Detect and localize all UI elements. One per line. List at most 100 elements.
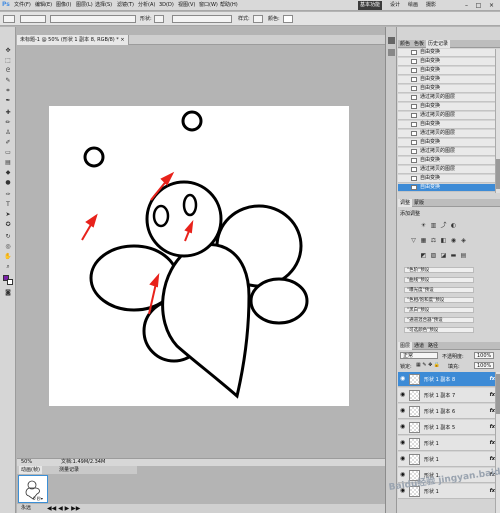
history-item[interactable]: 通过拷贝的图层 (398, 148, 500, 156)
exposure-icon[interactable]: ◐ (450, 222, 457, 229)
history-item[interactable]: 自由变换 (398, 139, 500, 147)
canvas[interactable] (49, 106, 349, 406)
layers-scroll-thumb[interactable] (496, 374, 500, 414)
healing-tool-icon[interactable]: ✚ (3, 109, 13, 116)
pen-tool-icon[interactable]: ✑ (3, 191, 13, 198)
type-tool-icon[interactable]: T (3, 201, 13, 208)
layer-row[interactable]: ◉ 形状 1 fx (398, 452, 500, 467)
history-item[interactable]: 自由变换 (398, 58, 500, 66)
layer-row[interactable]: ◉ 形状 1 副本 8 fx (398, 372, 500, 387)
blur-tool-icon[interactable]: ◆ (3, 169, 13, 176)
gradient-map-icon[interactable]: ▬ (450, 252, 457, 259)
lasso-tool-icon[interactable]: ᘓ (3, 67, 13, 74)
history-item[interactable]: 通过拷贝的图层 (398, 130, 500, 138)
history-item[interactable]: 自由变换 (398, 49, 500, 57)
frame-delay[interactable]: 0 秒▾ (33, 496, 43, 502)
zoom-tool-icon[interactable]: ⌕ (3, 263, 13, 270)
style-picker[interactable] (253, 15, 263, 23)
preset-item[interactable]: "色相/饱和度"预设 (404, 297, 474, 303)
channel-mixer-icon[interactable]: ◈ (460, 237, 467, 244)
eye-icon[interactable]: ◉ (400, 440, 406, 446)
history-brush-tool-icon[interactable]: ✐ (3, 139, 13, 146)
opacity-field[interactable]: 100% (474, 352, 494, 359)
tab-history[interactable]: 历史记录 (426, 40, 451, 48)
layer-row[interactable]: ◉ 形状 1 fx (398, 436, 500, 451)
history-item[interactable]: 自由变换 (398, 76, 500, 84)
marquee-tool-icon[interactable]: ⬚ (3, 57, 13, 64)
stamp-tool-icon[interactable]: ♙ (3, 129, 13, 136)
posterize-icon[interactable]: ▨ (430, 252, 437, 259)
history-item[interactable]: 通过拷贝的图层 (398, 94, 500, 102)
playback-controls-icon[interactable]: ◀◀ ◀ ▶ ▶▶ (47, 504, 80, 513)
3d-rotate-tool-icon[interactable]: ↻ (3, 233, 13, 240)
custom-shape-picker[interactable] (154, 15, 164, 23)
eye-icon[interactable]: ◉ (400, 456, 406, 462)
quick-select-tool-icon[interactable]: ✎ (3, 77, 13, 84)
menu-window[interactable]: 窗口(W) (199, 0, 218, 11)
invert-icon[interactable]: ◩ (420, 252, 427, 259)
background-color-swatch[interactable] (7, 279, 13, 285)
tab-animation[interactable]: 动画(帧) (19, 466, 42, 474)
menu-image[interactable]: 图像(I) (56, 0, 71, 11)
layer-row[interactable]: ◉ 形状 1 副本 7 fx (398, 388, 500, 403)
panel-collapse-icon[interactable] (388, 37, 395, 44)
eye-icon[interactable]: ◉ (400, 376, 406, 382)
threshold-icon[interactable]: ◪ (440, 252, 447, 259)
shape-tools-group[interactable] (50, 15, 136, 23)
history-item[interactable]: 自由变换 (398, 67, 500, 75)
panel-icon-1[interactable] (388, 49, 395, 56)
3d-camera-tool-icon[interactable]: ◎ (3, 243, 13, 250)
tab-channels[interactable]: 通道 (412, 342, 426, 350)
workspace-basic[interactable]: 基本功能 (358, 1, 383, 10)
eye-icon[interactable]: ◉ (400, 408, 406, 414)
animation-frame-thumbnail[interactable]: 0 秒▾ (18, 475, 48, 503)
history-item[interactable]: 自由变换 (398, 103, 500, 111)
quick-mask-icon[interactable]: ◙ (3, 289, 13, 296)
levels-icon[interactable]: ▥ (430, 222, 437, 229)
gradient-tool-icon[interactable]: ▤ (3, 159, 13, 166)
eye-icon[interactable]: ◉ (400, 424, 406, 430)
menu-3d[interactable]: 3D(D) (159, 0, 174, 11)
fill-field[interactable]: 100% (474, 362, 494, 369)
menu-filter[interactable]: 滤镜(T) (117, 0, 134, 11)
history-item[interactable]: 自由变换 (398, 157, 500, 165)
history-scroll-thumb[interactable] (496, 159, 500, 189)
path-ops-buttons[interactable] (172, 15, 232, 23)
tab-masks[interactable]: 蒙版 (412, 199, 426, 207)
workspace-design[interactable]: 设计 (388, 1, 402, 10)
minimize-button[interactable]: – (462, 1, 471, 10)
preset-item[interactable]: "色阶"预设 (404, 267, 474, 273)
tab-paths[interactable]: 路径 (426, 342, 440, 350)
history-item[interactable]: 自由变换 (398, 184, 500, 192)
preset-item[interactable]: "曲线"预设 (404, 277, 474, 283)
blend-mode-select[interactable]: 正常 (400, 352, 438, 359)
preset-item[interactable]: "通道混合器"预设 (404, 317, 474, 323)
preset-item[interactable]: "黑白"预设 (404, 307, 474, 313)
workspace-photo[interactable]: 摄影 (424, 1, 438, 10)
workspace-paint[interactable]: 绘画 (406, 1, 420, 10)
tab-layers[interactable]: 图层 (398, 342, 413, 350)
layers-scrollbar[interactable] (495, 372, 500, 513)
history-item[interactable]: 自由变换 (398, 175, 500, 183)
tab-swatches[interactable]: 色板 (412, 40, 426, 48)
custom-shape-tool-icon[interactable]: ✪ (3, 221, 13, 228)
layer-row[interactable]: ◉ 形状 1 副本 5 fx (398, 420, 500, 435)
loop-select[interactable]: 永远 (21, 504, 31, 513)
eye-icon[interactable]: ◉ (400, 392, 406, 398)
history-item[interactable]: 自由变换 (398, 85, 500, 93)
menu-edit[interactable]: 编辑(E) (35, 0, 52, 11)
tab-color[interactable]: 颜色 (398, 40, 412, 48)
vibrance-icon[interactable]: ▽ (410, 237, 417, 244)
menu-view[interactable]: 视图(V) (178, 0, 195, 11)
history-item[interactable]: 通过拷贝的图层 (398, 112, 500, 120)
menu-file[interactable]: 文件(F) (14, 0, 31, 11)
menu-analysis[interactable]: 分析(A) (138, 0, 155, 11)
menu-help[interactable]: 帮助(H) (220, 0, 238, 11)
eyedropper-tool-icon[interactable]: ✒ (3, 97, 13, 104)
hue-saturation-icon[interactable]: ▦ (420, 237, 427, 244)
crop-tool-icon[interactable]: ⌗ (3, 87, 13, 94)
history-scrollbar[interactable] (495, 49, 500, 193)
layer-row[interactable]: ◉ 形状 1 副本 6 fx (398, 404, 500, 419)
menu-layer[interactable]: 图层(L) (76, 0, 93, 11)
history-item[interactable]: 通过拷贝的图层 (398, 166, 500, 174)
